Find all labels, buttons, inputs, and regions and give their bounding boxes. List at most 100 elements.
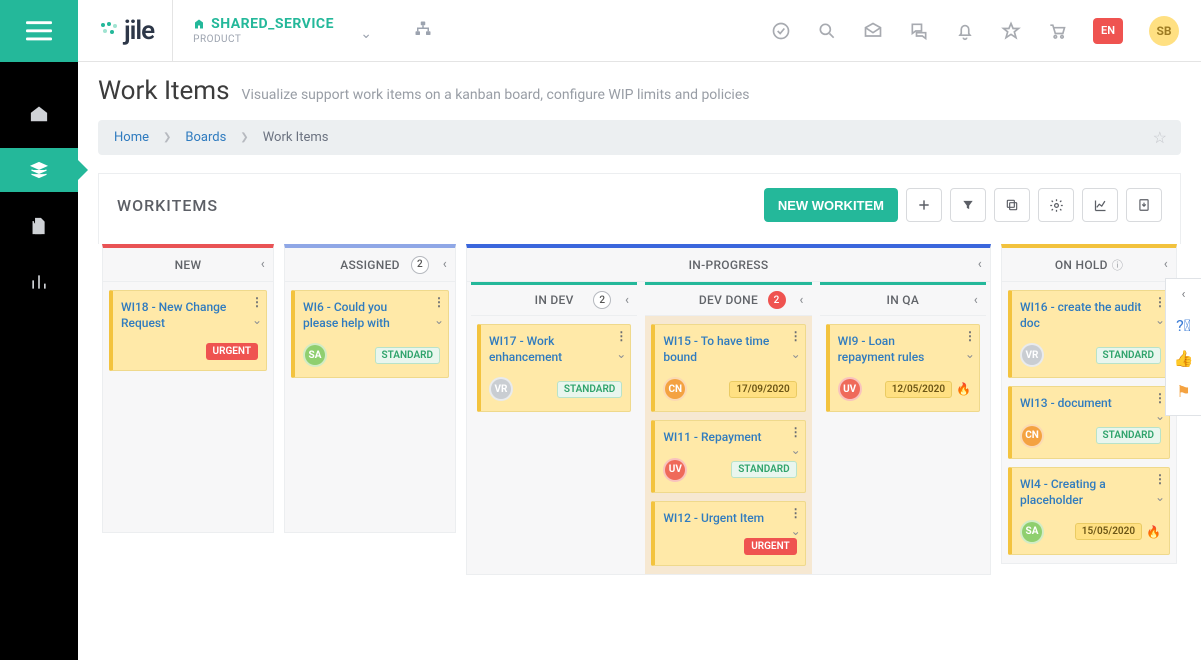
card-menu-icon[interactable]: ⋮ bbox=[1154, 391, 1165, 405]
collapse-column-icon[interactable]: ‹ bbox=[1164, 257, 1168, 272]
chevron-down-icon[interactable]: ⌄ bbox=[791, 524, 801, 538]
page-title: Work Items bbox=[98, 76, 230, 106]
workitem-card[interactable]: WI18 - New Change Request⋮⌄URGENT bbox=[109, 290, 267, 371]
card-title[interactable]: WI13 - document bbox=[1020, 395, 1161, 411]
product-selector[interactable]: SHARED_SERVICE PRODUCT ⌄ bbox=[173, 0, 354, 62]
user-avatar[interactable]: SB bbox=[1149, 16, 1179, 46]
card-title[interactable]: WI15 - To have time bound bbox=[663, 333, 796, 365]
signpost-icon[interactable]: ⚑ bbox=[1176, 382, 1190, 401]
collapse-panel-icon[interactable]: ‹ bbox=[1182, 287, 1186, 302]
workitem-card[interactable]: WI9 - Loan repayment rules⋮⌄UV12/05/2020… bbox=[826, 324, 980, 412]
priority-tag: STANDARD bbox=[1096, 427, 1161, 444]
workitem-card[interactable]: WI12 - Urgent Item⋮ ⌄URGENT bbox=[651, 501, 805, 566]
collapse-column-icon[interactable]: ‹ bbox=[799, 293, 803, 308]
org-icon bbox=[193, 18, 205, 30]
column-header-assigned: ASSIGNED 2 ‹ bbox=[285, 248, 455, 282]
add-button[interactable] bbox=[906, 188, 942, 222]
workitem-card[interactable]: WI4 - Creating a placeholder⋮⌄SA15/05/20… bbox=[1008, 467, 1170, 555]
inbox-icon[interactable] bbox=[863, 21, 883, 41]
app-logo: jile bbox=[78, 0, 173, 62]
check-circle-icon[interactable] bbox=[771, 21, 791, 41]
collapse-column-icon[interactable]: ‹ bbox=[443, 257, 447, 272]
logo-text: jile bbox=[124, 16, 154, 46]
card-menu-icon[interactable]: ⋮ bbox=[433, 295, 444, 309]
card-menu-icon[interactable]: ⋮ bbox=[1154, 295, 1165, 309]
priority-tag: URGENT bbox=[744, 538, 796, 555]
sidebar-item-boards[interactable] bbox=[0, 148, 78, 192]
assignee-avatar[interactable]: VR bbox=[1020, 343, 1044, 367]
chevron-down-icon[interactable]: ⌄ bbox=[434, 313, 444, 327]
column-header-new: NEW ‹ bbox=[103, 248, 273, 282]
workitem-card[interactable]: WI6 - Could you please help with⋮⌄SASTAN… bbox=[291, 290, 449, 378]
assignee-avatar[interactable]: SA bbox=[303, 343, 327, 367]
language-badge[interactable]: EN bbox=[1093, 18, 1123, 44]
favorite-star-icon[interactable]: ☆ bbox=[1153, 128, 1167, 147]
workitem-card[interactable]: WI17 - Work enhancement⋮⌄VRSTANDARD bbox=[477, 324, 631, 412]
copy-button[interactable] bbox=[994, 188, 1030, 222]
card-menu-icon[interactable]: ⋮ bbox=[790, 506, 801, 520]
chevron-down-icon[interactable]: ⌄ bbox=[1155, 313, 1165, 327]
card-title[interactable]: WI16 - create the audit doc bbox=[1020, 299, 1161, 331]
collapse-column-icon[interactable]: ‹ bbox=[261, 257, 265, 272]
export-button[interactable] bbox=[1126, 188, 1162, 222]
workitem-card[interactable]: WI15 - To have time bound⋮⌄CN17/09/2020 bbox=[651, 324, 805, 412]
card-menu-icon[interactable]: ⋮ bbox=[615, 329, 626, 343]
workitem-card[interactable]: WI11 - Repayment⋮⌄UVSTANDARD bbox=[651, 420, 805, 492]
chevron-down-icon[interactable]: ⌄ bbox=[791, 347, 801, 361]
settings-button[interactable] bbox=[1038, 188, 1074, 222]
hamburger-menu-button[interactable] bbox=[0, 0, 78, 62]
new-workitem-button[interactable]: NEW WORKITEM bbox=[764, 188, 898, 222]
star-icon[interactable] bbox=[1001, 21, 1021, 41]
card-title[interactable]: WI9 - Loan repayment rules bbox=[838, 333, 971, 365]
column-label: ON HOLD bbox=[1055, 258, 1108, 272]
chevron-right-icon: ❯ bbox=[240, 132, 248, 143]
workitem-card[interactable]: WI13 - document⋮ ⌄ CN STANDARD bbox=[1008, 386, 1170, 458]
hierarchy-button[interactable] bbox=[414, 20, 432, 42]
card-title[interactable]: WI18 - New Change Request bbox=[121, 299, 258, 331]
subcolumn-header-inqa: IN QA ‹ bbox=[820, 282, 986, 316]
card-title[interactable]: WI12 - Urgent Item bbox=[663, 510, 796, 526]
chat-icon[interactable] bbox=[909, 21, 929, 41]
card-menu-icon[interactable]: ⋮ bbox=[790, 425, 801, 439]
collapse-column-icon[interactable]: ‹ bbox=[974, 293, 978, 308]
breadcrumb-home[interactable]: Home bbox=[114, 130, 149, 145]
collapse-column-icon[interactable]: ‹ bbox=[625, 293, 629, 308]
help-icon[interactable]: ?⃝ bbox=[1176, 316, 1191, 335]
chart-button[interactable] bbox=[1082, 188, 1118, 222]
filter-button[interactable] bbox=[950, 188, 986, 222]
card-title[interactable]: WI4 - Creating a placeholder bbox=[1020, 476, 1161, 508]
cart-icon[interactable] bbox=[1047, 21, 1067, 41]
bell-icon[interactable] bbox=[955, 21, 975, 41]
sidebar-item-reports[interactable] bbox=[0, 260, 78, 304]
info-icon[interactable]: ⓘ bbox=[1112, 257, 1123, 273]
breadcrumb-boards[interactable]: Boards bbox=[185, 130, 226, 145]
column-label: NEW bbox=[175, 258, 202, 272]
card-menu-icon[interactable]: ⋮ bbox=[964, 329, 975, 343]
assignee-avatar[interactable]: CN bbox=[663, 377, 687, 401]
assignee-avatar[interactable]: SA bbox=[1020, 520, 1044, 544]
search-icon[interactable] bbox=[817, 21, 837, 41]
thumbs-up-icon[interactable]: 👍 bbox=[1174, 349, 1194, 368]
card-menu-icon[interactable]: ⋮ bbox=[251, 295, 262, 309]
card-menu-icon[interactable]: ⋮ bbox=[790, 329, 801, 343]
chevron-down-icon[interactable]: ⌄ bbox=[252, 313, 262, 327]
card-menu-icon[interactable]: ⋮ bbox=[1154, 472, 1165, 486]
chevron-down-icon[interactable]: ⌄ bbox=[616, 347, 626, 361]
assignee-avatar[interactable]: CN bbox=[1020, 424, 1044, 448]
chevron-down-icon[interactable]: ⌄ bbox=[1155, 409, 1165, 423]
assignee-avatar[interactable]: UV bbox=[663, 458, 687, 482]
chevron-down-icon[interactable]: ⌄ bbox=[791, 443, 801, 457]
collapse-column-icon[interactable]: ‹ bbox=[978, 257, 982, 272]
chevron-down-icon[interactable]: ⌄ bbox=[965, 347, 975, 361]
column-label: DEV DONE bbox=[699, 293, 758, 307]
assignee-avatar[interactable]: UV bbox=[838, 377, 862, 401]
chevron-down-icon[interactable]: ⌄ bbox=[1155, 490, 1165, 504]
sidebar-item-home[interactable] bbox=[0, 92, 78, 136]
card-title[interactable]: WI6 - Could you please help with bbox=[303, 299, 440, 331]
card-title[interactable]: WI17 - Work enhancement bbox=[489, 333, 622, 365]
card-title[interactable]: WI11 - Repayment bbox=[663, 429, 796, 445]
assignee-avatar[interactable]: VR bbox=[489, 377, 513, 401]
workitem-card[interactable]: WI16 - create the audit doc⋮⌄VRSTANDARD bbox=[1008, 290, 1170, 378]
sidebar-item-docs[interactable] bbox=[0, 204, 78, 248]
breadcrumb-current: Work Items bbox=[263, 130, 329, 145]
